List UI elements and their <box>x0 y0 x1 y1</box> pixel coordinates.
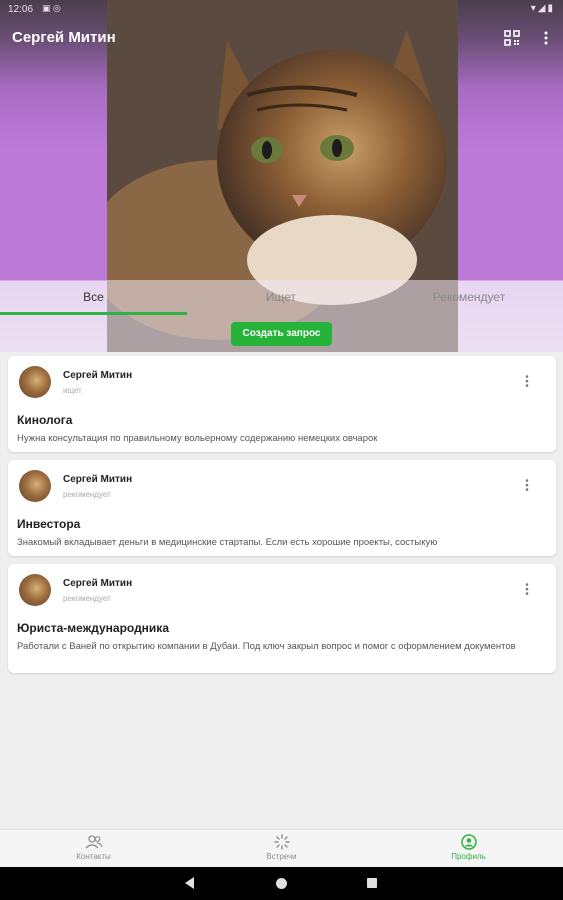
avatar[interactable] <box>19 470 51 502</box>
more-vert-icon[interactable] <box>540 30 552 46</box>
system-status-icons: ▾◢▮ <box>530 3 555 14</box>
nav-profile-label: Профиль <box>451 852 486 861</box>
back-icon[interactable] <box>185 877 194 889</box>
request-title: Кинолога <box>17 413 73 427</box>
request-card[interactable]: Сергей Митин рекомендует Инвестора Знако… <box>8 460 556 556</box>
avatar[interactable] <box>19 574 51 606</box>
nav-contacts-label: Контакты <box>76 852 111 861</box>
qr-code-icon[interactable] <box>504 30 520 46</box>
nav-contacts[interactable]: Контакты <box>0 834 187 861</box>
status-bar: 12:06 ▣ ◎ ▾◢▮ <box>0 0 563 20</box>
author-name: Сергей Митин <box>63 578 133 589</box>
tab-all[interactable]: Все <box>0 282 187 316</box>
request-title: Инвестора <box>17 517 81 531</box>
filter-tabs: Все Ищет Рекомендует <box>0 282 563 316</box>
request-description: Знакомый вкладывает деньги в медицинские… <box>17 537 438 548</box>
request-card[interactable]: Сергей Митин рекомендует Юриста-междунар… <box>8 564 556 673</box>
author-role: рекомендует <box>63 594 111 603</box>
request-description: Работали с Ваней по открытию компании в … <box>17 641 516 652</box>
author-role: рекомендует <box>63 490 111 499</box>
request-card[interactable]: Сергей Митин ищет Кинолога Нужна консуль… <box>8 356 556 452</box>
author-name: Сергей Митин <box>63 474 133 485</box>
author-role: ищет <box>63 386 82 395</box>
notification-icons: ▣ ◎ <box>42 3 61 13</box>
request-description: Нужна консультация по правильному вольер… <box>17 433 378 444</box>
nav-meetings-label: Встречи <box>266 852 297 861</box>
system-navigation-bar <box>0 867 563 900</box>
active-tab-indicator <box>0 312 187 315</box>
card-menu-icon[interactable] <box>520 582 534 596</box>
recent-apps-icon[interactable] <box>367 878 377 888</box>
nav-meetings[interactable]: Встречи <box>188 834 375 861</box>
avatar[interactable] <box>19 366 51 398</box>
tab-seeking[interactable]: Ищет <box>187 282 375 316</box>
create-request-button[interactable]: Создать запрос <box>231 322 332 346</box>
bottom-navigation: Контакты Встречи Профиль <box>0 829 563 867</box>
profile-header: 12:06 ▣ ◎ ▾◢▮ Сергей Митин Все Ищет Реко… <box>0 0 563 352</box>
card-menu-icon[interactable] <box>520 478 534 492</box>
page-title: Сергей Митин <box>12 29 116 46</box>
request-title: Юриста-международника <box>17 621 169 635</box>
author-name: Сергей Митин <box>63 370 133 381</box>
card-menu-icon[interactable] <box>520 374 534 388</box>
home-icon[interactable] <box>276 878 287 889</box>
nav-profile[interactable]: Профиль <box>375 834 562 861</box>
profile-icon <box>460 834 477 850</box>
tab-recommends[interactable]: Рекомендует <box>375 282 563 316</box>
status-time: 12:06 <box>8 4 34 15</box>
contacts-icon <box>85 835 103 849</box>
meetings-icon <box>273 834 290 850</box>
